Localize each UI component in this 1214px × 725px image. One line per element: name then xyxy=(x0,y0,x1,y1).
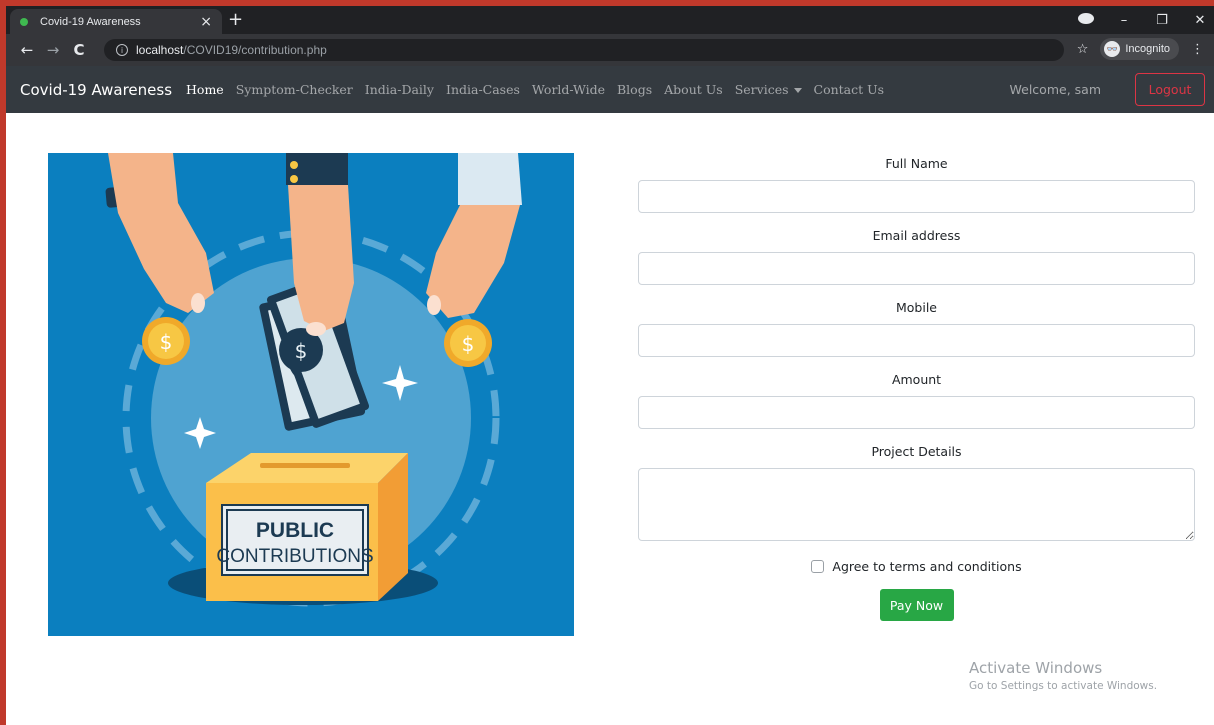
svg-text:$: $ xyxy=(295,339,308,363)
address-bar[interactable]: i localhost/COVID19/contribution.php xyxy=(104,39,1064,61)
new-tab-button[interactable]: + xyxy=(228,9,243,30)
restore-button[interactable]: ❐ xyxy=(1154,13,1170,28)
amount-label: Amount xyxy=(891,372,942,387)
project-details-label: Project Details xyxy=(871,444,962,459)
caret-down-icon xyxy=(793,88,802,93)
incognito-icon: 👓 xyxy=(1104,41,1121,57)
windows-activation-watermark: Activate Windows Go to Settings to activ… xyxy=(969,659,1157,692)
window-border-left xyxy=(0,0,6,725)
public-contributions-illustration: PUBLIC CONTRIBUTIONS $ $ $ $ xyxy=(48,153,574,636)
nav-services-label: Services xyxy=(734,82,789,97)
minimize-button[interactable]: – xyxy=(1116,13,1132,28)
nav-services-dropdown[interactable]: Services xyxy=(735,82,802,97)
tab-title: Covid-19 Awareness xyxy=(40,15,141,28)
url-host: localhost xyxy=(136,43,184,57)
terms-checkbox[interactable] xyxy=(811,559,825,573)
welcome-text: Welcome, sam xyxy=(1009,82,1101,97)
window-border-top xyxy=(0,0,1214,6)
reload-button[interactable]: C xyxy=(66,41,92,59)
logout-button[interactable]: Logout xyxy=(1135,73,1205,106)
incognito-label: Incognito xyxy=(1125,43,1170,55)
svg-text:$: $ xyxy=(462,332,475,356)
svg-text:$: $ xyxy=(160,330,173,354)
bookmark-star-icon[interactable]: ☆ xyxy=(1077,42,1089,57)
browser-menu-icon[interactable]: ⋮ xyxy=(1191,42,1204,57)
pay-now-button[interactable]: Pay Now xyxy=(879,589,954,621)
nav-home[interactable]: Home xyxy=(186,82,224,97)
contribution-form: Full Name Email address Mobile Amount Pr… xyxy=(638,150,1195,621)
profile-menu-icon[interactable] xyxy=(1078,12,1094,28)
email-label: Email address xyxy=(872,228,961,243)
incognito-badge[interactable]: 👓 Incognito xyxy=(1100,38,1179,60)
nav-india-daily[interactable]: India-Daily xyxy=(365,82,434,97)
nav-symptom-checker[interactable]: Symptom-Checker xyxy=(236,82,353,97)
project-details-textarea[interactable] xyxy=(638,468,1195,541)
back-button[interactable]: ← xyxy=(14,41,40,59)
nav-about-us[interactable]: About Us xyxy=(664,82,723,97)
box-text-line1: PUBLIC xyxy=(256,519,334,542)
full-name-label: Full Name xyxy=(885,156,948,171)
watermark-title: Activate Windows xyxy=(969,659,1103,677)
nav-world-wide[interactable]: World-Wide xyxy=(532,82,605,97)
full-name-input[interactable] xyxy=(638,180,1195,213)
url-path: /COVID19/contribution.php xyxy=(183,43,327,57)
nav-links: Home Symptom-Checker India-Daily India-C… xyxy=(186,82,896,97)
terms-row: Agree to terms and conditions xyxy=(638,556,1195,576)
email-input[interactable] xyxy=(638,252,1195,285)
forward-button[interactable]: → xyxy=(40,41,66,59)
watermark-subtitle: Go to Settings to activate Windows. xyxy=(969,680,1158,692)
browser-toolbar: ← → C i localhost/COVID19/contribution.p… xyxy=(6,34,1214,66)
nav-blogs[interactable]: Blogs xyxy=(617,82,652,97)
pay-row: Pay Now xyxy=(638,589,1195,621)
tab-close-icon[interactable]: × xyxy=(200,14,212,30)
box-text-line2: CONTRIBUTIONS xyxy=(216,546,373,567)
browser-tabstrip: Covid-19 Awareness × + – ❐ ✕ xyxy=(6,6,1214,34)
terms-label[interactable]: Agree to terms and conditions xyxy=(832,559,1021,574)
favicon-icon xyxy=(20,17,28,26)
browser-right-tools: ☆ 👓 Incognito ⋮ xyxy=(1077,38,1204,60)
nav-india-cases[interactable]: India-Cases xyxy=(446,82,520,97)
close-window-button[interactable]: ✕ xyxy=(1192,13,1208,28)
browser-tab[interactable]: Covid-19 Awareness × xyxy=(10,9,222,34)
site-navbar: Covid-19 Awareness Home Symptom-Checker … xyxy=(6,66,1214,113)
site-info-icon[interactable]: i xyxy=(116,44,128,56)
donation-illustration-svg: PUBLIC CONTRIBUTIONS $ $ $ $ xyxy=(48,153,574,636)
nav-contact-us[interactable]: Contact Us xyxy=(814,82,885,97)
navbar-brand[interactable]: Covid-19 Awareness xyxy=(20,81,172,99)
amount-input[interactable] xyxy=(638,396,1195,429)
window-controls: – ❐ ✕ xyxy=(1078,6,1208,34)
mobile-label: Mobile xyxy=(895,300,937,315)
mobile-input[interactable] xyxy=(638,324,1195,357)
